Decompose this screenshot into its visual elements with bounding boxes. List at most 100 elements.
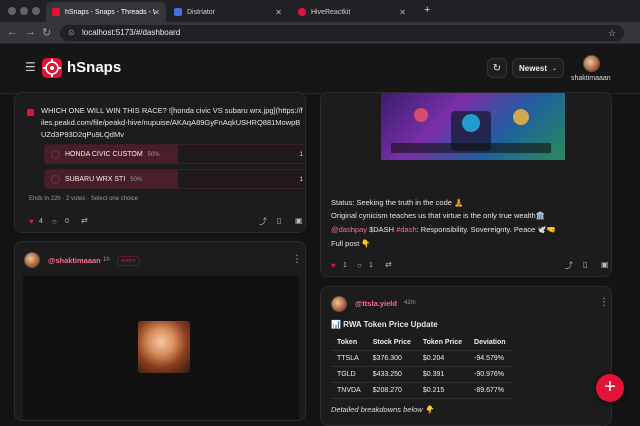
post-image-frame [23,276,299,420]
app-name: hSnaps [67,59,122,76]
dash-meme-image[interactable] [381,93,565,160]
tab-title: hSnaps - Snaps - Threads - W [65,8,155,16]
table-cell: $208.270 [366,382,417,399]
status-tail: : Responsibility. Sovereignty. Peace 🕊️🤜 [416,225,556,234]
table-cell: TNVDA [331,382,367,399]
hsnaps-logo-icon [42,58,62,78]
poll-icon [27,109,34,116]
close-tab-icon[interactable]: ✕ [399,8,406,17]
author-name[interactable]: @ttsla.yield [355,299,397,308]
poll-option-count: 1 [299,176,303,183]
table-cell: TGLD [331,366,367,383]
app-header: ☰ hSnaps ↻ Newest ⌄ shaktimaaan [0,44,640,94]
table-cell: $433.250 [366,366,417,383]
bookmark-star-icon[interactable]: ☆ [608,25,616,41]
tab-title: Distriator [187,8,216,16]
hashtag-link[interactable]: #dash [396,225,416,234]
tip-icon[interactable]: ▣ [601,260,609,269]
compose-button[interactable]: + [596,374,624,402]
refresh-icon: ↻ [492,62,502,74]
comment-icon[interactable]: ○ [357,261,362,270]
status-line: Status: Seeking the truth in the code 🧘 [331,198,464,207]
post-time: 1h [103,257,110,263]
table-cell: $0.215 [416,382,469,399]
post-time: 42m [404,300,416,306]
browser-tab-bar: hSnaps - Snaps - Threads - W ✕ Distriato… [0,0,640,22]
more-options-icon[interactable]: ⋮ [292,254,302,265]
comment-count: 1 [369,262,373,269]
full-post-link[interactable]: Full post 👇 [331,238,371,250]
vote-count: 1 [343,262,347,269]
browser-toolbar: ← → ↻ ⊙ localhost:5173/#/dashboard ☆ [0,22,640,44]
poll-post-card: WHICH ONE WILL WIN THIS RACE? ![honda ci… [14,92,306,233]
poll-option-count: 1 [299,151,303,158]
bookmark-icon[interactable]: ▯ [277,216,281,225]
table-header-row: Token Stock Price Token Price Deviation [331,335,512,351]
sort-select[interactable]: Newest ⌄ [512,58,564,78]
author-name[interactable]: @shaktimaaan [48,256,101,265]
table-row: TNVDA $208.270 $0.215 -89.677% [331,382,512,399]
reblog-icon[interactable]: ⇄ [81,216,88,225]
status-post-card: Status: Seeking the truth in the code 🧘 … [320,92,612,277]
tab-hivereactkit[interactable]: HiveReactkit ✕ [292,2,412,22]
poll-option-subaru[interactable]: SUBARU WRX STI 50% 1 [44,169,305,189]
share-icon[interactable]: ⤴ [259,216,267,227]
chevron-down-icon: ⌄ [551,65,558,72]
url-text: localhost:5173/#/dashboard [82,28,181,37]
table-row: TGLD $433.250 $0.391 -90.976% [331,366,512,383]
tab-hsnaps[interactable]: hSnaps - Snaps - Threads - W ✕ [46,2,166,22]
close-tab-icon[interactable]: ✕ [153,8,160,17]
tab-title: HiveReactkit [311,8,351,16]
status-mentions: @dashpay $DASH #dash: Responsibility. So… [331,224,556,236]
status-quote: Original cynicism teaches us that virtue… [331,211,546,220]
user-avatar[interactable] [583,55,600,72]
table-cell: -90.976% [468,366,512,383]
close-tab-icon[interactable]: ✕ [275,8,282,17]
back-icon[interactable]: ← [7,26,18,38]
window-zoom-dot[interactable] [32,7,40,15]
upvote-icon[interactable]: ♥ [331,261,336,270]
reblog-icon[interactable]: ⇄ [385,260,392,269]
tab-distriator[interactable]: Distriator ✕ [168,2,288,22]
share-icon[interactable]: ⤴ [565,260,573,271]
upvote-icon[interactable]: ♥ [29,217,34,226]
comment-count: 0 [65,218,69,225]
poll-option-label: HONDA CIVIC CUSTOM 50% [65,151,160,158]
tip-icon[interactable]: ▣ [295,216,303,225]
author-avatar[interactable] [331,296,347,312]
table-cell: $0.391 [416,366,469,383]
poll-question: WHICH ONE WILL WIN THIS RACE? ![honda ci… [41,106,303,139]
author-badge: Author [117,256,140,266]
bookmark-icon[interactable]: ▯ [583,260,587,269]
radio-circle-icon [51,175,60,184]
table-cell: -89.677% [468,382,512,399]
poll-option-label: SUBARU WRX STI 50% [65,176,143,183]
menu-icon[interactable]: ☰ [25,60,36,74]
address-bar[interactable]: ⊙ localhost:5173/#/dashboard ☆ [60,25,624,41]
column-header: Deviation [468,335,512,351]
reload-icon[interactable]: ↻ [42,26,51,39]
radio-circle-icon [51,150,60,159]
more-options-icon[interactable]: ⋮ [599,297,609,308]
author-avatar[interactable] [24,252,40,268]
post-title: 📊 RWA Token Price Update [331,320,438,329]
hsnaps-favicon [52,8,60,16]
table-cell: $376.300 [366,350,417,367]
comment-icon[interactable]: ○ [52,217,57,226]
table-cell: -94.579% [468,350,512,367]
avatar-image[interactable] [138,321,190,373]
sort-label: Newest [518,63,547,73]
table-row: TTSLA $376.300 $0.204 -94.579% [331,350,512,367]
poll-option-honda[interactable]: HONDA CIVIC CUSTOM 50% 1 [44,144,305,164]
table-cell: $0.204 [416,350,469,367]
forward-icon[interactable]: → [25,26,36,38]
mention-link[interactable]: @dashpay [331,225,367,234]
site-info-icon[interactable]: ⊙ [68,25,75,41]
window-close-dot[interactable] [8,7,16,15]
column-header: Stock Price [366,335,417,351]
token-post-card: @ttsla.yield 42m ⋮ 📊 RWA Token Price Upd… [320,286,612,426]
new-tab-button[interactable]: + [424,4,430,16]
hive-favicon [298,8,306,16]
window-minimize-dot[interactable] [20,7,28,15]
refresh-button[interactable]: ↻ [487,58,507,78]
